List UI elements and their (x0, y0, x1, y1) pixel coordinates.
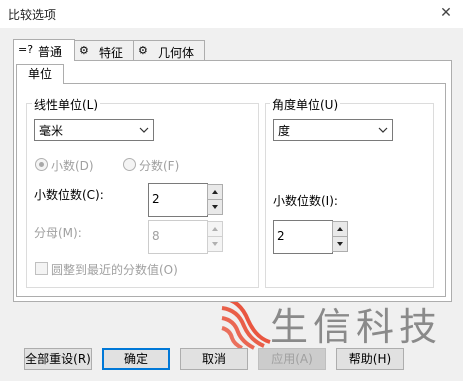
subtab-units[interactable]: 单位 (16, 64, 64, 84)
linear-decimals-up[interactable] (207, 184, 223, 200)
denominator-input[interactable]: 8 (148, 220, 208, 254)
angular-unit-value: 度 (278, 124, 291, 138)
close-icon[interactable]: ✕ (436, 3, 456, 23)
help-button[interactable]: 帮助(H) (336, 348, 404, 370)
chevron-down-icon (378, 127, 388, 133)
linear-unit-value: 毫米 (39, 124, 64, 138)
linear-decimals-input[interactable]: 2 (148, 183, 208, 217)
denominator-label: 分母(M): (34, 226, 82, 240)
spin-down-icon (212, 242, 218, 246)
radio-decimal[interactable] (35, 158, 48, 171)
window-title: 比较选项 (8, 8, 57, 22)
angular-decimals-up[interactable] (332, 221, 348, 237)
round-fraction-checkbox[interactable] (35, 262, 48, 275)
radio-fraction[interactable] (123, 158, 136, 171)
equals-query-icon: =? (18, 43, 34, 56)
spin-up-icon (212, 227, 218, 231)
cancel-button[interactable]: 取消 (180, 348, 248, 370)
chevron-down-icon (139, 127, 149, 133)
tab-features[interactable]: ⚙ 特征 (74, 40, 134, 60)
radio-decimal-label: 小数(D) (51, 159, 94, 173)
linear-decimals-label: 小数位数(C): (34, 188, 104, 202)
round-fraction-label: 圆整到最近的分数值(O) (51, 263, 178, 277)
tab-geometry[interactable]: ⚙ 几何体 (133, 40, 205, 60)
feature-gear-icon: ⚙ (79, 44, 89, 57)
angular-decimals-label: 小数位数(I): (273, 194, 338, 208)
radio-fraction-label: 分数(F) (139, 159, 180, 173)
angular-decimals-input[interactable]: 2 (273, 220, 333, 254)
ok-button[interactable]: 确定 (102, 348, 170, 370)
linear-unit-select[interactable]: 毫米 (34, 119, 154, 141)
geometry-gear-icon: ⚙ (138, 44, 148, 57)
title-bar (0, 0, 463, 28)
linear-units-legend: 线性单位(L) (32, 96, 101, 113)
denominator-down[interactable] (207, 236, 223, 252)
spin-down-icon (212, 205, 218, 209)
denominator-up[interactable] (207, 221, 223, 237)
apply-button[interactable]: 应用(A) (258, 348, 326, 370)
tab-general[interactable]: =? 普通 (13, 39, 75, 61)
angular-units-legend: 角度单位(U) (270, 96, 341, 113)
angular-unit-select[interactable]: 度 (273, 119, 393, 141)
reset-all-button[interactable]: 全部重设(R) (24, 348, 92, 370)
spin-up-icon (337, 227, 343, 231)
watermark-text: 生信科技 (270, 305, 443, 349)
angular-decimals-down[interactable] (332, 236, 348, 252)
spin-down-icon (337, 242, 343, 246)
spin-up-icon (212, 190, 218, 194)
linear-decimals-down[interactable] (207, 199, 223, 215)
